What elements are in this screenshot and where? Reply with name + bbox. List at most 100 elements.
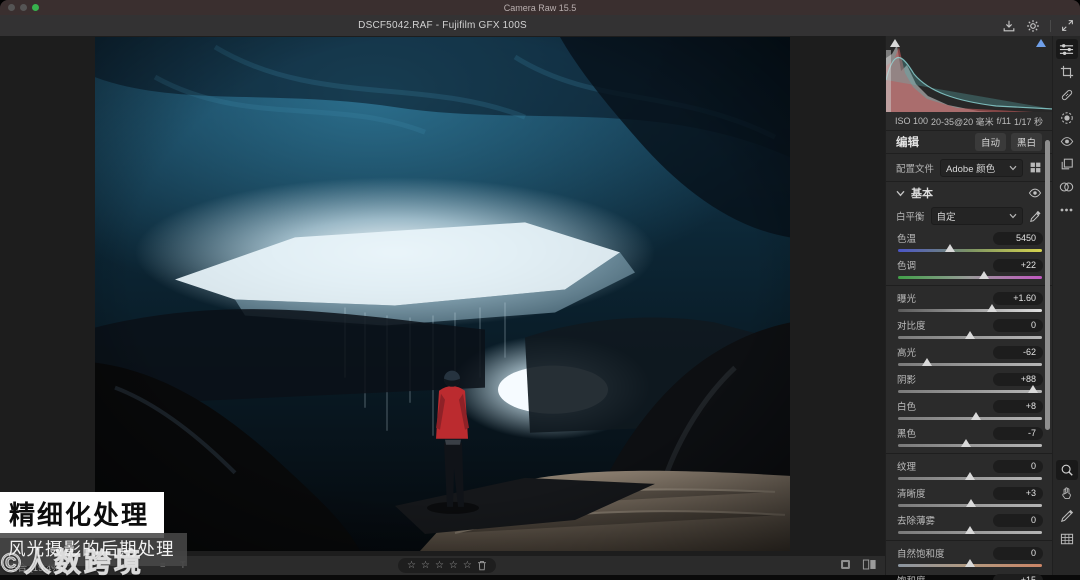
profile-browser-icon[interactable] — [1029, 161, 1042, 174]
close-button[interactable] — [8, 4, 15, 11]
edit-sliders-icon[interactable] — [1055, 39, 1078, 59]
slider-row: 去除薄雾 0 — [897, 510, 1043, 534]
slider-label: 白色 — [897, 402, 917, 413]
slider-track[interactable] — [898, 271, 1042, 279]
slider-track[interactable] — [898, 412, 1042, 420]
slider-thumb[interactable] — [979, 271, 990, 279]
sampler-icon[interactable] — [1056, 506, 1078, 526]
slider-thumb[interactable] — [921, 358, 932, 366]
expand-icon[interactable] — [1061, 19, 1074, 32]
slider-thumb[interactable] — [960, 439, 971, 447]
star-icon[interactable]: ☆ — [463, 560, 472, 571]
masking-icon[interactable] — [1056, 108, 1078, 128]
slider-value[interactable]: +15 — [993, 573, 1043, 580]
traffic-lights — [8, 4, 39, 11]
macos-titlebar: Camera Raw 15.5 — [0, 0, 1080, 15]
slider-value[interactable]: +3 — [993, 486, 1043, 500]
tool-strip — [1052, 36, 1080, 575]
preview-box-icon[interactable] — [839, 558, 852, 571]
slider-value[interactable]: +1.60 — [993, 291, 1043, 305]
slider-thumb[interactable] — [944, 244, 955, 252]
slider-value[interactable]: 0 — [993, 459, 1043, 473]
slider-value[interactable]: 0 — [993, 546, 1043, 560]
wb-select[interactable]: 自定 — [930, 207, 1023, 225]
slider-value[interactable]: 0 — [993, 513, 1043, 527]
caption-title: 精细化处理 — [0, 492, 165, 538]
eye-icon[interactable] — [1028, 187, 1042, 199]
settings-gear-icon[interactable] — [1026, 19, 1040, 33]
image-canvas[interactable] — [0, 36, 885, 556]
slider-row: 白色 +8 — [897, 396, 1043, 420]
wb-label: 白平衡 — [896, 212, 925, 223]
bw-button[interactable]: 黑白 — [1010, 133, 1042, 151]
document-bar: DSCF5042.RAF - Fujifilm GFX 100S — [0, 15, 1080, 37]
star-icon[interactable]: ☆ — [407, 560, 416, 571]
document-title: DSCF5042.RAF - Fujifilm GFX 100S — [358, 20, 527, 31]
panel-scrollbar[interactable] — [1045, 140, 1050, 430]
slider-value[interactable]: -7 — [993, 426, 1043, 440]
slider-thumb[interactable] — [965, 331, 975, 339]
histogram[interactable] — [886, 36, 1053, 112]
crop-icon[interactable] — [1056, 62, 1078, 82]
more-icon[interactable] — [1056, 200, 1078, 220]
slider-value[interactable]: 5450 — [993, 231, 1043, 245]
slider-thumb[interactable] — [970, 412, 981, 420]
star-icon[interactable]: ☆ — [421, 560, 430, 571]
profile-select[interactable]: Adobe 颜色 — [940, 158, 1023, 177]
star-rating: ☆ ☆ ☆ ☆ ☆ — [407, 560, 472, 571]
star-icon[interactable]: ☆ — [449, 560, 458, 571]
minimize-button[interactable] — [20, 4, 27, 11]
shadow-clipping-icon[interactable] — [890, 39, 900, 47]
slider-label: 黑色 — [897, 429, 917, 440]
slider-track[interactable] — [898, 526, 1042, 534]
slider-row: 纹理 0 — [897, 456, 1043, 480]
auto-button[interactable]: 自动 — [974, 133, 1006, 151]
download-icon[interactable] — [1002, 19, 1016, 33]
chevron-down-icon — [896, 190, 905, 196]
slider-value[interactable]: +88 — [993, 372, 1043, 386]
before-after-icon[interactable] — [862, 558, 877, 571]
slider-track[interactable] — [898, 385, 1042, 393]
eyedropper-icon[interactable] — [1029, 210, 1042, 223]
grid-view-icon[interactable] — [1056, 529, 1078, 549]
trash-icon[interactable] — [477, 560, 487, 571]
slider-track[interactable] — [898, 304, 1042, 312]
profile-value: Adobe 颜色 — [946, 163, 996, 175]
slider-track[interactable] — [898, 439, 1042, 447]
slider-track[interactable] — [898, 331, 1042, 339]
red-eye-icon[interactable] — [1056, 131, 1078, 151]
slider-thumb[interactable] — [986, 304, 997, 312]
profile-row: 配置文件 Adobe 颜色 — [886, 154, 1052, 182]
slider-track[interactable] — [898, 559, 1042, 567]
slider-row: 阴影 +88 — [897, 369, 1043, 393]
slider-value[interactable]: 0 — [993, 318, 1043, 332]
slider-label: 纹理 — [897, 462, 917, 473]
slider-track[interactable] — [898, 358, 1042, 366]
exif-info: ISO 100 20-35@20 毫米 f/11 1/17 秒 — [886, 112, 1052, 131]
zoom-tool-icon[interactable] — [1055, 460, 1078, 480]
slider-thumb[interactable] — [965, 526, 975, 534]
snapshots-icon[interactable] — [1056, 154, 1078, 174]
slider-label: 对比度 — [897, 321, 926, 332]
hand-tool-icon[interactable] — [1056, 483, 1078, 503]
edit-title: 编辑 — [896, 137, 919, 149]
slider-thumb[interactable] — [966, 499, 977, 507]
camera-raw-window: Camera Raw 15.5 DSCF5042.RAF - Fujifilm … — [0, 0, 1080, 580]
highlight-clipping-icon[interactable] — [1036, 39, 1046, 47]
zoom-window-button[interactable] — [32, 4, 39, 11]
slider-value[interactable]: +22 — [993, 258, 1043, 272]
star-icon[interactable]: ☆ — [435, 560, 444, 571]
slider-track[interactable] — [898, 499, 1042, 507]
presets-icon[interactable] — [1056, 177, 1078, 197]
slider-thumb[interactable] — [965, 559, 975, 567]
slider-value[interactable]: +8 — [993, 399, 1043, 413]
slider-thumb[interactable] — [965, 472, 975, 480]
slider-track[interactable] — [898, 244, 1042, 252]
basic-section-header[interactable]: 基本 — [886, 182, 1052, 204]
slider-value[interactable]: -62 — [993, 345, 1043, 359]
slider-thumb[interactable] — [1028, 385, 1039, 393]
healing-icon[interactable] — [1056, 85, 1078, 105]
edit-panel: ISO 100 20-35@20 毫米 f/11 1/17 秒 编辑 自动 黑白 配置… — [885, 36, 1053, 580]
slider-track[interactable] — [898, 472, 1042, 480]
slider-label: 阴影 — [897, 375, 917, 386]
